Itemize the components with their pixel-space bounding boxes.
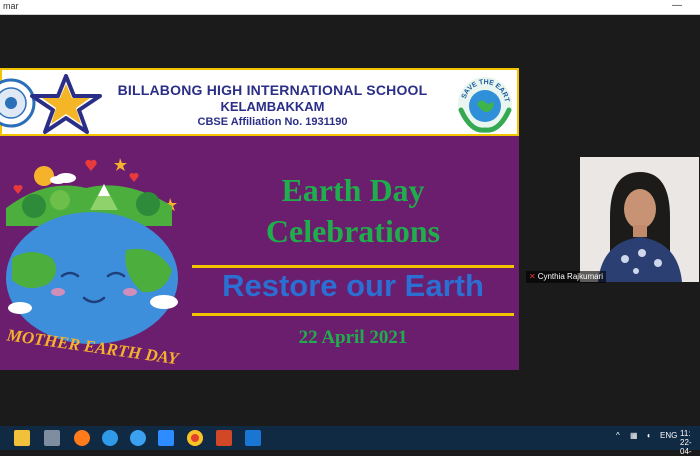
school-location: KELAMBAKKAM xyxy=(220,99,325,114)
file-explorer-icon[interactable] xyxy=(14,430,30,446)
participant-avatar xyxy=(580,157,699,282)
heading-earth-day: Earth Day xyxy=(281,172,425,208)
ie-icon[interactable] xyxy=(130,430,146,446)
heading-celebrations: Celebrations xyxy=(265,213,441,249)
volume-icon[interactable]: ◖ xyxy=(646,431,651,440)
affiliation-number: CBSE Affiliation No. 1931190 xyxy=(197,116,348,128)
save-the-earth-logo: SAVE THE EARTH xyxy=(455,74,512,133)
media-player-icon[interactable] xyxy=(245,430,261,446)
participant-video[interactable] xyxy=(580,157,699,282)
minimize-button[interactable]: — xyxy=(672,0,682,11)
network-icon[interactable]: ▦ xyxy=(630,431,638,440)
powerpoint-icon[interactable] xyxy=(216,430,232,446)
heart-icon xyxy=(13,185,23,194)
sparkle-icon xyxy=(114,158,127,171)
divider-bottom xyxy=(192,313,514,316)
clock-time: 11: xyxy=(680,429,691,438)
tray-chevron-icon[interactable]: ^ xyxy=(616,431,620,440)
heart-icon xyxy=(85,159,97,171)
input-language[interactable]: ENG xyxy=(660,431,677,440)
zoom-icon[interactable] xyxy=(158,430,174,446)
heart-icon xyxy=(129,173,139,182)
school-name: BILLABONG HIGH INTERNATIONAL SCHOOL xyxy=(117,82,428,98)
sun-icon xyxy=(34,166,54,186)
event-date: 22 April 2021 xyxy=(298,327,408,348)
shared-slide: BILLABONG HIGH INTERNATIONAL SCHOOL KELA… xyxy=(0,68,519,370)
chrome-icon[interactable] xyxy=(187,430,203,446)
school-banner: BILLABONG HIGH INTERNATIONAL SCHOOL KELA… xyxy=(0,68,519,136)
participant-name: Cynthia Rajkumari xyxy=(537,272,604,281)
slide-body: MOTHER EARTH DAY Earth Day Celebrations … xyxy=(0,138,519,370)
window-title: mar xyxy=(3,1,19,11)
school-star-logo-icon xyxy=(30,74,102,134)
mother-earth-illustration: MOTHER EARTH DAY xyxy=(5,158,181,369)
windows-taskbar: ^ ▦ ◖ ENG 11: 22-04- xyxy=(0,426,700,456)
mail-icon[interactable] xyxy=(44,430,60,446)
mic-muted-icon: ✕ xyxy=(529,272,536,281)
participant-name-tag: ✕ Cynthia Rajkumari xyxy=(526,271,607,283)
window-titlebar: mar — xyxy=(0,0,700,15)
subheading-restore: Restore our Earth xyxy=(222,268,484,303)
system-clock[interactable]: 11: 22-04- xyxy=(680,429,700,456)
edge-icon[interactable] xyxy=(102,430,118,446)
firefox-icon[interactable] xyxy=(74,430,90,446)
clock-date: 22-04- xyxy=(680,438,692,456)
